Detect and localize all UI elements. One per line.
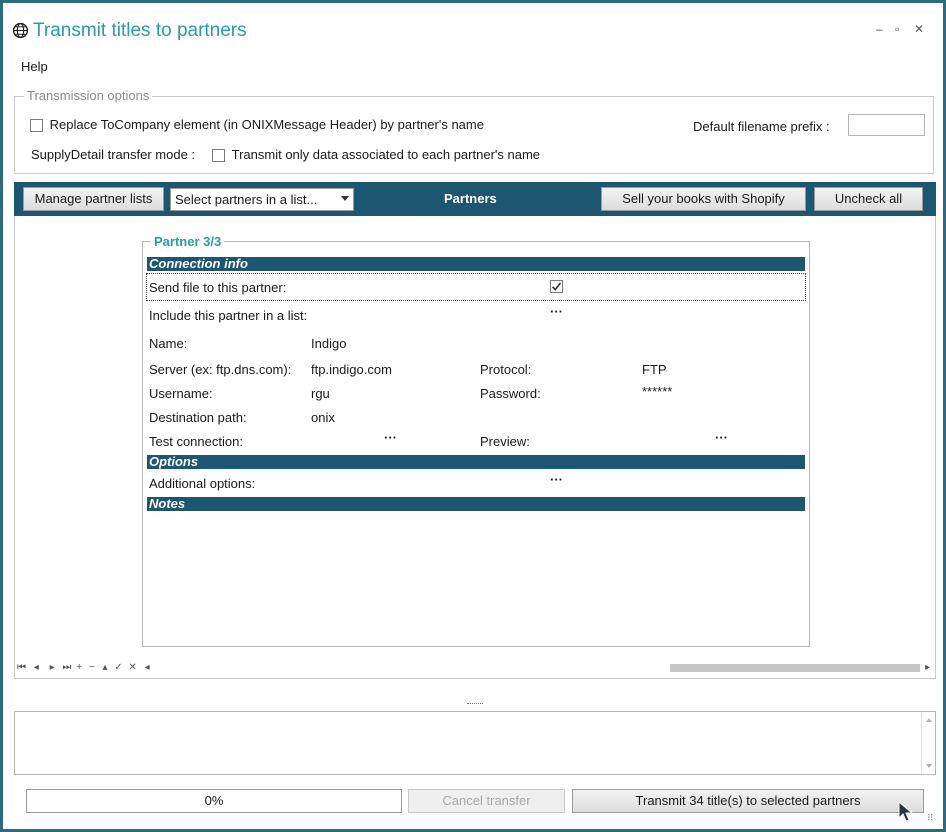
transmit-only-row: Transmit only data associated to each pa… — [212, 147, 541, 163]
transmit-only-checkbox[interactable] — [212, 149, 225, 163]
filename-prefix-label: Default filename prefix : — [693, 119, 830, 134]
filename-prefix-input[interactable] — [848, 114, 925, 136]
replace-to-company-row: Replace ToCompany element (in ONIXMessag… — [30, 117, 484, 133]
send-file-checkbox[interactable] — [550, 280, 563, 293]
select-partners-dropdown[interactable]: Select partners in a list... — [170, 188, 354, 211]
destination-path-label: Destination path: — [149, 410, 247, 425]
prev-record-button[interactable]: ◂ — [34, 662, 39, 673]
scroll-up-icon — [926, 718, 932, 722]
vertical-scrollbar[interactable] — [921, 712, 935, 774]
replace-to-company-checkbox[interactable] — [30, 119, 43, 133]
manage-partner-lists-button[interactable]: Manage partner lists — [23, 187, 164, 211]
protocol-label: Protocol: — [480, 362, 532, 377]
panel-splitter[interactable] — [467, 703, 483, 706]
destination-path-value[interactable]: onix — [311, 410, 335, 425]
server-value[interactable]: ftp.indigo.com — [311, 362, 392, 377]
test-connection-button[interactable]: ··· — [384, 430, 397, 445]
section-connection-info: Connection info — [147, 257, 805, 271]
title-bar: Transmit titles to partners ‒ ▫ ✕ — [3, 3, 943, 55]
partner-frame: Partner 3/3 Connection info Send file to… — [142, 234, 810, 647]
confirm-record-button[interactable]: ✓ — [114, 662, 122, 673]
move-up-button[interactable]: ▴ — [102, 662, 107, 673]
section-notes: Notes — [147, 497, 805, 511]
scroll-left-button[interactable]: ◂ — [145, 662, 150, 673]
send-file-label: Send file to this partner: — [149, 280, 287, 295]
mouse-cursor-icon — [898, 801, 914, 822]
transmit-window: Transmit titles to partners ‒ ▫ ✕ Help T… — [0, 0, 946, 832]
section-options: Options — [147, 455, 805, 469]
scroll-right-button[interactable]: ▸ — [925, 662, 930, 673]
minimize-button[interactable]: ‒ — [876, 22, 883, 36]
cancel-transfer-button[interactable]: Cancel transfer — [408, 789, 565, 813]
log-output[interactable] — [14, 711, 936, 775]
menu-bar: Help — [21, 59, 48, 74]
server-label: Server (ex: ftp.dns.com): — [149, 362, 292, 377]
next-record-button[interactable]: ▸ — [50, 662, 55, 673]
supply-detail-mode-label: SupplyDetail transfer mode : — [31, 147, 196, 162]
protocol-value[interactable]: FTP — [642, 362, 667, 377]
menu-help[interactable]: Help — [21, 59, 48, 74]
partner-detail-area: Partner 3/3 Connection info Send file to… — [14, 216, 936, 679]
chevron-down-icon — [341, 196, 349, 201]
progress-text: 0% — [204, 793, 224, 808]
last-record-button[interactable]: ⏭ — [62, 662, 71, 673]
transmission-options-legend: Transmission options — [24, 88, 153, 103]
delete-record-button[interactable]: − — [89, 662, 95, 673]
shopify-button[interactable]: Sell your books with Shopify — [601, 187, 806, 211]
window-title: Transmit titles to partners — [33, 20, 247, 41]
select-partners-value: Select partners in a list... — [175, 192, 318, 207]
password-label: Password: — [480, 386, 541, 401]
record-navigator: ⏮ ◂ ▸ ⏭ + − ▴ ✓ ✕ ◂ — [17, 662, 150, 673]
username-label: Username: — [149, 386, 213, 401]
check-icon — [551, 282, 562, 291]
additional-options-button[interactable]: ··· — [550, 472, 563, 487]
cancel-record-button[interactable]: ✕ — [128, 662, 136, 673]
transmit-button[interactable]: Transmit 34 title(s) to selected partner… — [572, 789, 924, 813]
uncheck-all-button[interactable]: Uncheck all — [814, 187, 923, 211]
password-value[interactable]: ****** — [642, 384, 672, 399]
scroll-down-icon — [926, 764, 932, 768]
maximize-button[interactable]: ▫ — [895, 22, 899, 36]
include-list-ellipsis-button[interactable]: ··· — [550, 304, 563, 319]
progress-bar: 0% — [26, 789, 402, 813]
close-button[interactable]: ✕ — [914, 22, 924, 36]
username-value[interactable]: rgu — [311, 386, 330, 401]
replace-to-company-label: Replace ToCompany element (in ONIXMessag… — [49, 117, 484, 132]
transmit-only-label: Transmit only data associated to each pa… — [231, 147, 541, 162]
name-value[interactable]: Indigo — [311, 336, 346, 351]
partners-toolbar: Manage partner lists Select partners in … — [14, 182, 936, 216]
transmission-options-group: Transmission options Replace ToCompany e… — [14, 88, 934, 174]
name-label: Name: — [149, 336, 188, 351]
partner-counter: Partner 3/3 — [151, 234, 225, 249]
resize-grip-icon[interactable]: ⠿ — [927, 813, 934, 824]
first-record-button[interactable]: ⏮ — [17, 662, 26, 673]
add-record-button[interactable]: + — [76, 662, 82, 673]
additional-options-label: Additional options: — [149, 476, 256, 491]
partners-title: Partners — [444, 191, 497, 206]
horizontal-scrollbar[interactable] — [670, 664, 920, 672]
globe-icon — [12, 22, 29, 39]
preview-label: Preview: — [480, 434, 530, 449]
include-list-label: Include this partner in a list: — [149, 308, 308, 323]
preview-button[interactable]: ··· — [715, 430, 728, 445]
test-connection-label: Test connection: — [149, 434, 243, 449]
